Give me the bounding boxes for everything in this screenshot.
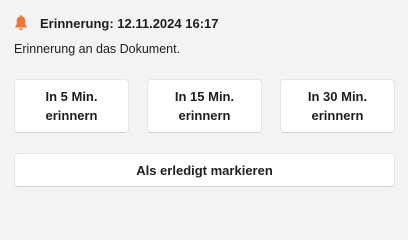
snooze-30-min-line1: In 30 Min. (307, 89, 368, 104)
snooze-5-min-button[interactable]: In 5 Min. erinnern (14, 79, 129, 133)
snooze-5-min-label: In 5 Min. erinnern (45, 87, 97, 125)
bell-icon (14, 15, 28, 31)
snooze-30-min-line2: erinnern (311, 108, 364, 123)
snooze-15-min-line2: erinnern (178, 108, 231, 123)
mark-done-button[interactable]: Als erledigt markieren (14, 153, 395, 187)
snooze-15-min-label: In 15 Min. erinnern (175, 87, 234, 125)
snooze-5-min-line2: erinnern (45, 108, 98, 123)
reminder-notification: Erinnerung: 12.11.2024 16:17 Erinnerung … (0, 0, 408, 203)
notification-message: Erinnerung an das Dokument. (14, 42, 181, 56)
snooze-30-min-button[interactable]: In 30 Min. erinnern (280, 79, 395, 133)
mark-done-label: Als erledigt markieren (136, 162, 273, 178)
notification-header: Erinnerung: 12.11.2024 16:17 (14, 14, 218, 32)
snooze-15-min-button[interactable]: In 15 Min. erinnern (147, 79, 262, 133)
notification-title: Erinnerung: 12.11.2024 16:17 (40, 15, 219, 31)
snooze-15-min-line1: In 15 Min. (174, 89, 235, 104)
snooze-30-min-label: In 30 Min. erinnern (308, 87, 367, 125)
snooze-5-min-line1: In 5 Min. (45, 89, 98, 104)
